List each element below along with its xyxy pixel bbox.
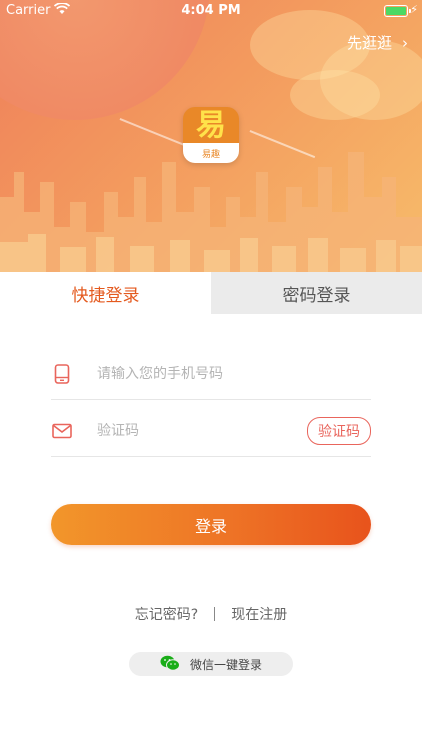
- auth-links: 忘记密码? 现在注册: [0, 604, 422, 624]
- cloud-decoration: [290, 70, 380, 120]
- register-link[interactable]: 现在注册: [231, 604, 287, 624]
- battery-icon: [384, 5, 411, 17]
- login-tabs: 快捷登录 密码登录: [0, 272, 422, 314]
- login-screen: Carrier 4:04 PM ⚡ 先逛逛 › 易 易趣 快捷登录 密码登录 请…: [0, 0, 422, 750]
- charging-icon: ⚡: [410, 3, 418, 16]
- forgot-password-link[interactable]: 忘记密码?: [135, 604, 198, 624]
- link-divider: [214, 607, 216, 621]
- tab-password-login-label: 密码登录: [282, 285, 351, 306]
- status-bar: Carrier 4:04 PM ⚡: [0, 0, 422, 22]
- app-logo: 易 易趣: [183, 107, 239, 163]
- get-code-button[interactable]: 验证码: [307, 416, 371, 445]
- clock: 4:04 PM: [181, 3, 241, 18]
- tab-quick-login-label: 快捷登录: [71, 285, 140, 306]
- app-logo-glyph: 易: [196, 108, 226, 143]
- tab-quick-login[interactable]: 快捷登录: [0, 272, 211, 314]
- header-banner: Carrier 4:04 PM ⚡ 先逛逛 › 易 易趣: [0, 0, 422, 272]
- phone-icon: [51, 363, 73, 385]
- app-logo-name: 易趣: [201, 150, 220, 160]
- phone-input[interactable]: [97, 365, 371, 382]
- wechat-icon: [160, 655, 180, 674]
- tab-password-login[interactable]: 密码登录: [211, 272, 422, 314]
- login-button-label: 登录: [194, 516, 227, 536]
- login-button[interactable]: 登录: [51, 504, 371, 545]
- mail-icon: [51, 420, 73, 442]
- verification-code-input[interactable]: [97, 422, 307, 439]
- browse-first-button[interactable]: 先逛逛 ›: [347, 32, 408, 53]
- wechat-login-label: 微信一键登录: [189, 657, 262, 672]
- browse-first-label: 先逛逛: [346, 34, 392, 52]
- wechat-login-button[interactable]: 微信一键登录: [129, 652, 293, 676]
- phone-field: [51, 348, 371, 400]
- verification-code-field: 验证码: [51, 405, 371, 457]
- chevron-right-icon: ›: [402, 33, 408, 52]
